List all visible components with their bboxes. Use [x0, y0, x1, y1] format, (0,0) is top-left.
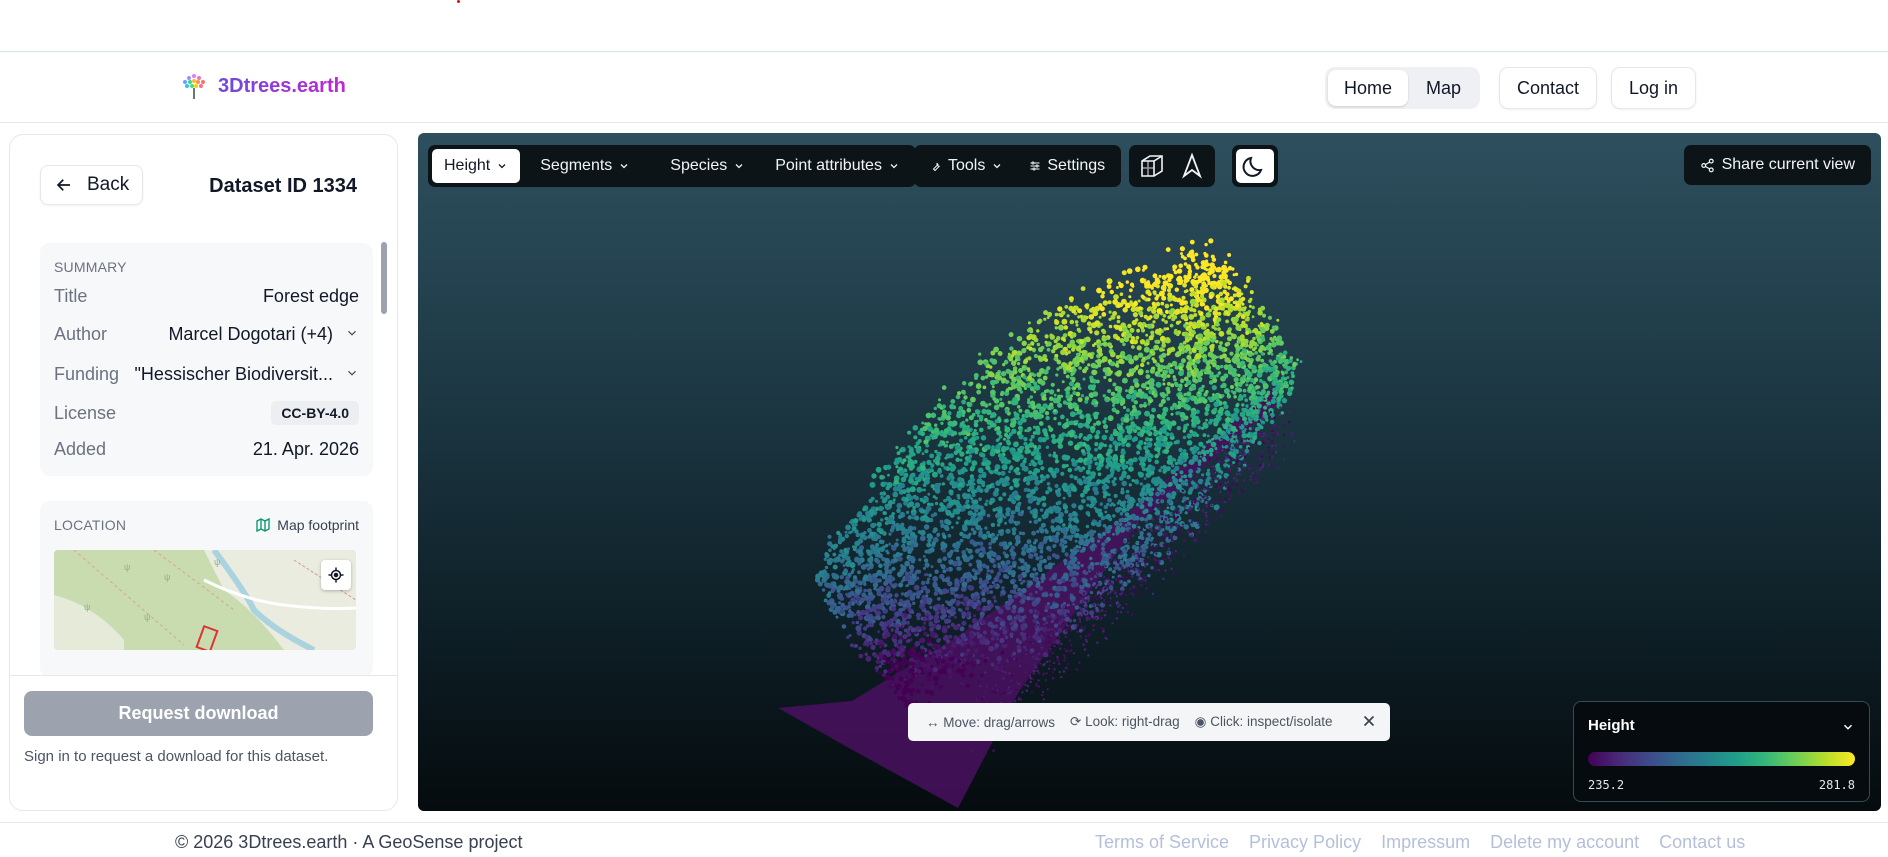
point-attributes-dropdown[interactable]: Point attributes [763, 149, 912, 183]
footer-link-privacy[interactable]: Privacy Policy [1249, 832, 1361, 853]
footer-link-terms[interactable]: Terms of Service [1095, 832, 1229, 853]
back-label: Back [87, 174, 130, 195]
segments-dropdown[interactable]: Segments [528, 149, 642, 183]
share-view-button[interactable]: Share current view [1683, 145, 1871, 185]
height-dropdown[interactable]: Height [432, 149, 521, 183]
brand-name: 3Dtrees.earth [218, 74, 346, 97]
share-icon [1700, 158, 1714, 172]
tree-logo-icon [183, 74, 205, 99]
title-key: Title [54, 285, 88, 306]
controls-hint: ↔ Move: drag/arrows ⟳ Look: right-drag ◉… [908, 703, 1390, 741]
license-badge: CC-BY-4.0 [271, 401, 359, 425]
copyright: © 2026 3Dtrees.earth · A GeoSense projec… [175, 832, 523, 852]
title-value: Forest edge [262, 285, 359, 306]
legend-title: Height [1588, 717, 1635, 734]
sidebar-footer: Request download Sign in to request a do… [10, 675, 397, 810]
nav-map[interactable]: Map [1410, 70, 1477, 106]
svg-text:ψ: ψ [144, 612, 150, 622]
indicator-dot [457, 0, 460, 3]
chevron-down-icon [735, 164, 743, 169]
added-row: Added 21. Apr. 2026 [54, 436, 359, 462]
tools-toolbar: Tools Settings [914, 145, 1122, 187]
sliders-icon [1030, 161, 1040, 171]
chevron-down-icon [993, 164, 1001, 169]
license-key: License [54, 402, 117, 423]
close-icon[interactable] [1360, 712, 1378, 730]
location-card: LOCATION Map footprint ψ ψ ψ ψ ψ [40, 501, 373, 677]
hint-move: ↔ Move: drag/arrows [926, 714, 1056, 730]
request-note: Sign in to request a download for this d… [24, 748, 329, 765]
chevron-down-icon[interactable] [1841, 720, 1855, 734]
author-row[interactable]: Author Marcel Dogotari (+4) [54, 321, 359, 347]
crosshair-icon [328, 567, 344, 583]
svg-text:ψ: ψ [124, 562, 130, 572]
added-value: 21. Apr. 2026 [252, 438, 359, 459]
dataset-title: Dataset ID 1334 [209, 175, 357, 197]
locate-button[interactable] [321, 560, 351, 590]
brand-logo[interactable]: 3Dtrees.earth [178, 70, 346, 102]
hint-look: ⟳ Look: right-drag [1070, 714, 1180, 729]
site-header: 3Dtrees.earth Home Map Contact Log in [0, 53, 1888, 123]
chevron-down-icon [890, 164, 898, 169]
map-footprint-link[interactable]: Map footprint [255, 517, 359, 533]
svg-text:ψ: ψ [214, 557, 220, 567]
chevron-down-icon[interactable] [345, 324, 359, 345]
attribute-toolbar: Height Segments Species Point attributes [428, 145, 916, 187]
hint-click: ◉ Click: inspect/isolate [1194, 714, 1333, 729]
location-minimap[interactable]: ψ ψ ψ ψ ψ [54, 550, 356, 650]
wrench-icon [932, 162, 940, 172]
title-row: Title Forest edge [54, 283, 359, 309]
funding-value: "Hessischer Biodiversit... [134, 363, 333, 384]
settings-button[interactable]: Settings [1017, 149, 1117, 183]
arrow-left-icon [56, 179, 70, 191]
species-dropdown[interactable]: Species [658, 149, 757, 183]
north-arrow-icon[interactable] [1173, 149, 1211, 183]
added-key: Added [54, 438, 107, 459]
svg-text:ψ: ψ [164, 572, 170, 582]
nav-group: Home Map [1325, 67, 1481, 109]
legend-max: 281.8 [1818, 778, 1855, 792]
cube-view-icon[interactable] [1133, 149, 1171, 183]
chevron-down-icon [620, 164, 628, 169]
minimap-tiles: ψ ψ ψ ψ ψ [54, 550, 356, 650]
back-button[interactable]: Back [40, 165, 143, 205]
chevron-down-icon[interactable] [345, 364, 359, 385]
nav-home[interactable]: Home [1328, 70, 1409, 106]
chevron-down-icon [498, 164, 506, 169]
funding-key: Funding [54, 363, 120, 384]
footer-link-contact[interactable]: Contact us [1659, 832, 1745, 853]
footer-link-impressum[interactable]: Impressum [1381, 832, 1470, 853]
legend-min: 235.2 [1588, 778, 1625, 792]
nav-contact[interactable]: Contact [1499, 67, 1598, 109]
location-label: LOCATION [54, 517, 127, 533]
scrollbar-thumb[interactable] [381, 242, 387, 314]
browser-top-strip [0, 0, 1888, 52]
author-key: Author [54, 323, 108, 344]
request-download-button[interactable]: Request download [24, 691, 373, 736]
sidebar-scrollbar[interactable] [381, 242, 387, 653]
site-footer: © 2026 3Dtrees.earth · A GeoSense projec… [0, 822, 1888, 857]
license-row: License CC-BY-4.0 [54, 400, 359, 426]
map-icon [256, 517, 270, 533]
legend-colorbar [1588, 752, 1855, 766]
moon-icon[interactable] [1236, 149, 1274, 183]
height-legend: Height 235.2 281.8 [1573, 701, 1870, 802]
map-footprint-label: Map footprint [277, 517, 359, 533]
summary-card: SUMMARY Title Forest edge Author Marcel … [40, 243, 373, 476]
summary-label: SUMMARY [54, 259, 127, 275]
footer-link-delete-account[interactable]: Delete my account [1490, 832, 1639, 853]
theme-toolbar [1232, 145, 1278, 187]
dataset-sidebar: Back Dataset ID 1334 SUMMARY Title Fores… [9, 134, 398, 811]
footer-links: Terms of Service Privacy Policy Impressu… [1095, 832, 1745, 853]
view-toolbar [1129, 145, 1215, 187]
nav-login[interactable]: Log in [1611, 67, 1697, 109]
author-value: Marcel Dogotari (+4) [168, 323, 333, 344]
point-cloud-viewer[interactable]: Height Segments Species Point attributes… [418, 133, 1881, 811]
svg-text:ψ: ψ [84, 602, 90, 612]
funding-row[interactable]: Funding "Hessischer Biodiversit... [54, 361, 359, 387]
tools-dropdown[interactable]: Tools [918, 149, 1015, 183]
